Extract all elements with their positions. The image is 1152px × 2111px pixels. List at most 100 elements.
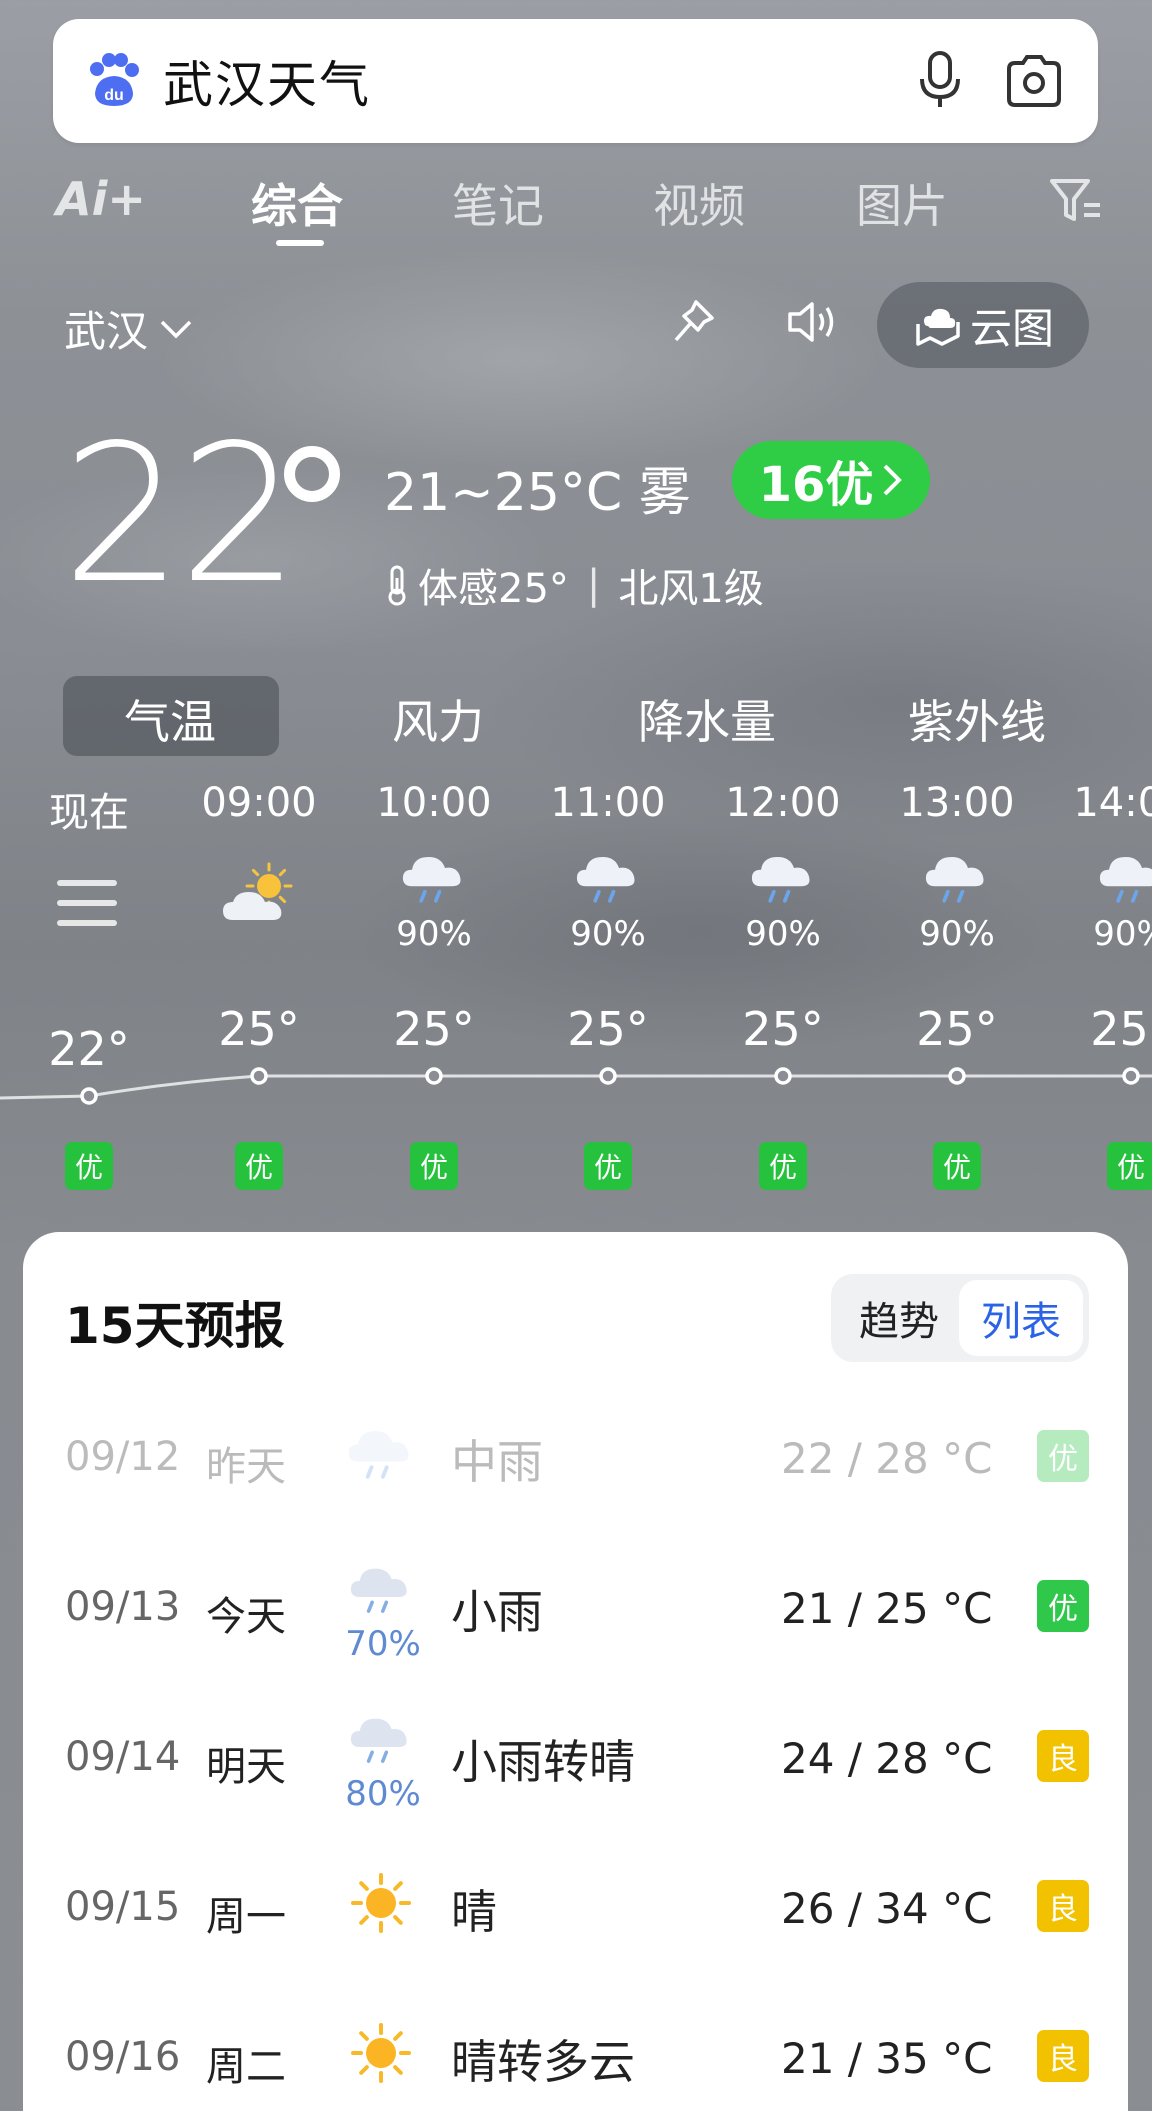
hour-aqi: 优 <box>584 1142 632 1190</box>
hour-time: 11:00 <box>550 780 666 826</box>
temp-point <box>250 1067 268 1085</box>
hour-time: 13:00 <box>899 780 1015 826</box>
filter-icon[interactable] <box>1048 175 1104 225</box>
hour-aqi: 优 <box>933 1142 981 1190</box>
partly-cloudy-icon <box>223 862 293 920</box>
forecast-aqi-level: 良 <box>1037 2030 1089 2082</box>
forecast-date: 09/12 <box>65 1434 181 1480</box>
cloud-map-button[interactable]: 云图 <box>877 282 1089 368</box>
temp-point <box>1122 1067 1140 1085</box>
forecast-aqi-level: 优 <box>1037 1430 1089 1482</box>
view-toggle[interactable]: 趋势 列表 <box>831 1274 1089 1362</box>
city-selector[interactable]: 武汉 <box>64 298 194 359</box>
tab-notes[interactable]: 笔记 <box>452 170 544 236</box>
forecast-temp: 22 / 28 °C <box>781 1434 993 1483</box>
forecast-row[interactable]: 09/14 明天 80% 小雨转晴 24 / 28 °C 良 <box>23 1704 1128 1814</box>
forecast-row[interactable]: 09/16 周二 晴转多云 21 / 35 °C 良 <box>23 2004 1128 2111</box>
hour-precip-prob: 90% <box>745 914 821 954</box>
forecast-day: 昨天 <box>206 1444 286 1490</box>
sun-icon <box>351 2023 411 2083</box>
speaker-icon[interactable] <box>784 296 840 348</box>
forecast-date: 09/14 <box>65 1734 181 1780</box>
forecast-card: 15天预报 趋势 列表 09/12 昨天 中雨 22 / 28 °C 优 09/… <box>23 1232 1128 2111</box>
forecast-day: 今天 <box>206 1594 286 1640</box>
hour-time: 现在 <box>49 790 129 836</box>
forecast-temp: 21 / 35 °C <box>781 2034 993 2083</box>
hour-time: 12:00 <box>725 780 841 826</box>
active-tab-indicator <box>276 240 324 246</box>
camera-icon[interactable] <box>1001 49 1067 113</box>
temperature-line <box>0 1074 1152 1100</box>
hour-aqi: 优 <box>65 1142 113 1190</box>
forecast-date: 09/13 <box>65 1584 181 1630</box>
hour-aqi: 优 <box>235 1142 283 1190</box>
tab-general[interactable]: 综合 <box>251 170 343 236</box>
pin-icon[interactable] <box>668 296 718 348</box>
separator: | <box>586 562 601 608</box>
hour-precip-prob: 90% <box>396 914 472 954</box>
forecast-aqi-level: 良 <box>1037 1730 1089 1782</box>
hour-time: 09:00 <box>201 780 317 826</box>
feels-like-row: 体感25° | 北风1级 <box>384 556 764 614</box>
forecast-row[interactable]: 09/15 周一 晴 26 / 34 °C 良 <box>23 1854 1128 1964</box>
tab-images[interactable]: 图片 <box>856 170 948 236</box>
forecast-row[interactable]: 09/13 今天 70% 小雨 21 / 25 °C 优 <box>23 1554 1128 1664</box>
cloud-map-label: 云图 <box>969 303 1054 353</box>
toggle-list[interactable]: 列表 <box>959 1280 1083 1356</box>
rain-icon <box>350 1568 407 1613</box>
hour-precip-prob: 90% <box>919 914 995 954</box>
microphone-icon[interactable] <box>910 49 970 113</box>
menu-icon[interactable] <box>57 878 117 928</box>
rain-icon <box>1099 856 1152 903</box>
metric-tab-temperature[interactable]: 气温 <box>124 686 216 752</box>
forecast-temp: 21 / 25 °C <box>781 1584 993 1633</box>
forecast-temp: 26 / 34 °C <box>781 1884 993 1933</box>
chevron-down-icon <box>160 320 192 338</box>
forecast-precip-prob: 70% <box>345 1624 421 1664</box>
rain-icon <box>402 856 461 903</box>
temp-point <box>948 1067 966 1085</box>
current-temperature: 22 <box>62 404 300 625</box>
hour-aqi: 优 <box>1107 1142 1152 1190</box>
aqi-badge[interactable]: 16优 <box>732 441 930 519</box>
temp-point <box>599 1067 617 1085</box>
temp-point <box>425 1067 443 1085</box>
forecast-date: 09/15 <box>65 1884 181 1930</box>
hour-precip-prob: 90% <box>570 914 646 954</box>
forecast-row[interactable]: 09/12 昨天 中雨 22 / 28 °C 优 <box>23 1404 1128 1514</box>
temp-point <box>774 1067 792 1085</box>
hour-aqi: 优 <box>759 1142 807 1190</box>
sun-icon <box>351 1873 411 1933</box>
forecast-day: 明天 <box>206 1744 286 1790</box>
toggle-trend[interactable]: 趋势 <box>837 1280 961 1356</box>
forecast-weather: 小雨转晴 <box>451 1735 635 1789</box>
search-bar[interactable]: du 武汉天气 <box>53 19 1098 143</box>
hour-time: 14:00 <box>1073 780 1152 826</box>
rain-icon <box>925 856 984 903</box>
forecast-weather: 中雨 <box>451 1435 543 1489</box>
svg-text:du: du <box>104 87 124 104</box>
forecast-day: 周一 <box>206 1894 286 1940</box>
aqi-value: 16优 <box>758 457 874 513</box>
forecast-temp: 24 / 28 °C <box>781 1734 993 1783</box>
metric-tab-wind[interactable]: 风力 <box>392 686 484 752</box>
tab-videos[interactable]: 视频 <box>653 170 745 236</box>
forecast-date: 09/16 <box>65 2034 181 2080</box>
forecast-weather: 晴转多云 <box>451 2035 635 2089</box>
ai-plus-tab[interactable]: Ai+ <box>56 172 146 226</box>
temp-point <box>80 1087 98 1105</box>
city-name: 武汉 <box>64 307 149 356</box>
temperature-curve <box>0 1067 1152 1105</box>
hour-precip-prob: 90% <box>1093 914 1152 954</box>
forecast-aqi-level: 良 <box>1037 1880 1089 1932</box>
baidu-logo-icon: du <box>90 53 139 106</box>
metric-tab-precipitation[interactable]: 降水量 <box>638 686 776 752</box>
feels-like: 体感25° <box>418 566 569 612</box>
metric-tab-uv[interactable]: 紫外线 <box>908 686 1046 752</box>
rain-icon <box>576 856 635 903</box>
forecast-weather: 小雨 <box>451 1585 543 1639</box>
thermometer-icon <box>388 565 406 606</box>
temp-range-condition: 21~25°C 雾 <box>384 463 691 523</box>
forecast-title: 15天预报 <box>65 1297 285 1355</box>
search-query[interactable]: 武汉天气 <box>163 45 371 117</box>
